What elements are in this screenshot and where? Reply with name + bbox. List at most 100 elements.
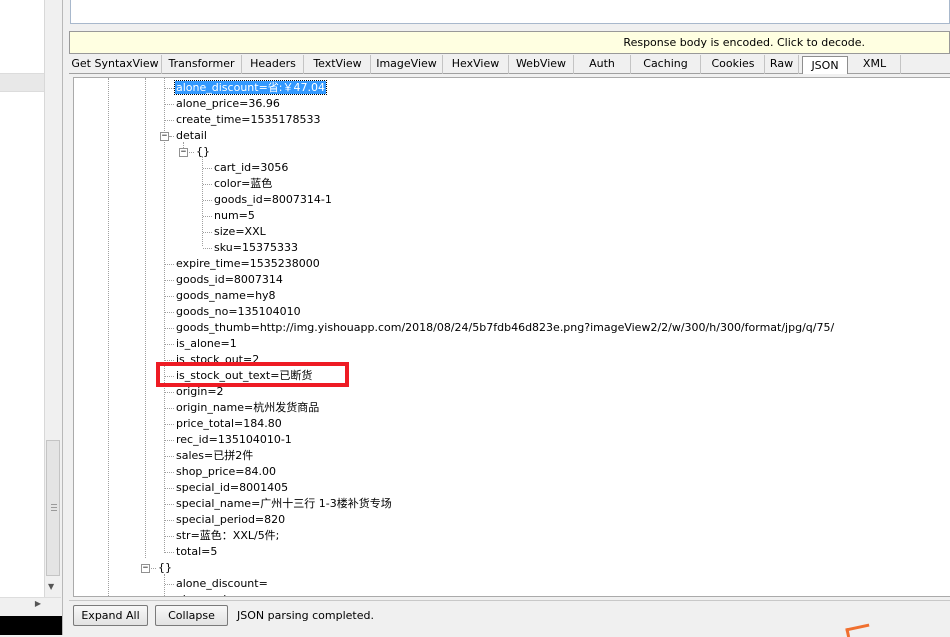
collapse-button[interactable]: Collapse xyxy=(155,605,228,626)
tree-node-label: goods_no=135104010 xyxy=(176,305,301,318)
inspector-tabs: Get SyntaxView Transformer Headers TextView… xyxy=(69,55,950,74)
tree-node-label: goods_id=8007314-1 xyxy=(214,193,332,206)
status-text: JSON parsing completed. xyxy=(237,609,374,622)
collapse-node-icon[interactable]: − xyxy=(160,132,169,141)
tree-node[interactable]: cart_id=3056 xyxy=(213,160,289,176)
tab-webview[interactable]: WebView xyxy=(509,55,574,74)
tree-node[interactable]: price_total=184.80 xyxy=(175,416,283,432)
tree-branch-line xyxy=(189,152,194,153)
selected-session-row[interactable] xyxy=(0,73,44,92)
tree-node-label: expire_time=1535238000 xyxy=(176,257,320,270)
tab-xml[interactable]: XML xyxy=(849,55,901,74)
scrollbar-thumb[interactable] xyxy=(46,440,60,576)
tree-node[interactable]: is_alone=1 xyxy=(175,336,238,352)
tree-node-label: alone_discount= xyxy=(176,577,268,590)
tab-raw[interactable]: Raw xyxy=(765,55,799,74)
tab-caching[interactable]: Caching xyxy=(631,55,701,74)
tree-node-label: is_alone=1 xyxy=(176,337,237,350)
tree-branch-line xyxy=(203,200,212,201)
tab-headers[interactable]: Headers xyxy=(243,55,304,74)
collapse-node-icon[interactable]: − xyxy=(179,148,188,157)
tree-node-label: create_time=1535178533 xyxy=(176,113,321,126)
sessions-horizontal-scrollbar[interactable]: ▶ xyxy=(0,597,61,612)
tree-node[interactable]: sales=已拼2件 xyxy=(175,448,254,464)
tree-branch-line xyxy=(165,120,174,121)
tree-node-label: rec_id=135104010-1 xyxy=(176,433,292,446)
tree-node-label: origin_name=杭州发货商品 xyxy=(176,401,320,414)
tree-branch-line xyxy=(165,408,174,409)
tree-node[interactable]: origin=2 xyxy=(175,384,225,400)
tree-node[interactable]: {} xyxy=(195,144,211,160)
json-tree-view[interactable]: alone_discount=省:￥47.04 alone_price=36.96… xyxy=(73,77,950,597)
tree-node-label: is_stock_out=2 xyxy=(176,353,260,366)
tab-textview[interactable]: TextView xyxy=(305,55,371,74)
tree-node[interactable]: sku=15375333 xyxy=(213,240,299,256)
grip-line xyxy=(51,507,57,508)
tree-node-label: size=XXL xyxy=(214,225,266,238)
tree-node[interactable]: color=蓝色 xyxy=(213,176,273,192)
tree-node-label: alone_price=36.96 xyxy=(176,97,280,110)
tree-guide-line xyxy=(108,78,109,596)
tree-node[interactable]: shop_price=84.00 xyxy=(175,464,277,480)
tree-node[interactable]: goods_name=hy8 xyxy=(175,288,277,304)
tree-branch-line xyxy=(165,536,174,537)
tree-node-label: origin=2 xyxy=(176,385,224,398)
tree-node[interactable]: expire_time=1535238000 xyxy=(175,256,321,272)
tree-branch-line xyxy=(170,136,174,137)
tree-node[interactable]: {} xyxy=(157,560,173,576)
tree-node-label: {} xyxy=(158,561,172,574)
tree-node[interactable]: is_stock_out_text=已断货 xyxy=(175,368,313,384)
tree-node[interactable]: goods_id=8007314-1 xyxy=(213,192,333,208)
encoded-notice-bar[interactable]: Response body is encoded. Click to decod… xyxy=(69,31,950,54)
tree-node[interactable]: num=5 xyxy=(213,208,256,224)
tree-node[interactable]: rec_id=135104010-1 xyxy=(175,432,293,448)
scroll-down-arrow-icon[interactable]: ▼ xyxy=(48,582,54,591)
tab-json[interactable]: JSON xyxy=(802,56,848,74)
tab-cookies[interactable]: Cookies xyxy=(702,55,765,74)
tree-node[interactable]: size=XXL xyxy=(213,224,267,240)
sessions-list[interactable] xyxy=(0,0,45,600)
tree-branch-line xyxy=(165,504,174,505)
tree-branch-line xyxy=(203,184,212,185)
tree-branch-line xyxy=(203,232,212,233)
tree-branch-line xyxy=(165,552,174,553)
grip-line xyxy=(51,504,57,505)
tree-branch-line xyxy=(165,344,174,345)
tree-node[interactable]: alone_discount=省:￥47.04 xyxy=(174,80,327,96)
tree-node-label: shop_price=84.00 xyxy=(176,465,276,478)
collapse-node-icon[interactable]: − xyxy=(141,564,150,573)
tree-branch-line xyxy=(165,296,174,297)
sessions-vertical-scrollbar[interactable]: ▼ xyxy=(45,0,61,597)
tree-node[interactable]: origin_name=杭州发货商品 xyxy=(175,400,320,416)
tree-node[interactable]: str=蓝色：XXL/5件; xyxy=(175,528,280,544)
tab-transformer[interactable]: Transformer xyxy=(162,55,242,74)
tree-node[interactable]: special_id=8001405 xyxy=(175,480,289,496)
tree-node[interactable]: goods_no=135104010 xyxy=(175,304,302,320)
tree-node[interactable]: goods_id=8007314 xyxy=(175,272,284,288)
tree-node[interactable]: alone_discount= xyxy=(175,576,269,592)
tree-node[interactable]: goods_thumb=http://img.yishouapp.com/201… xyxy=(175,320,835,336)
tree-node[interactable]: is_stock_out=2 xyxy=(175,352,260,368)
pane-splitter[interactable] xyxy=(62,0,69,635)
tree-branch-line xyxy=(165,488,174,489)
tree-guide-line xyxy=(145,78,146,558)
tab-imageview[interactable]: ImageView xyxy=(371,55,443,74)
encoded-notice-text[interactable]: Response body is encoded. Click to decod… xyxy=(623,36,865,49)
tree-node[interactable]: create_time=1535178533 xyxy=(175,112,321,128)
tree-node[interactable]: alone_price= xyxy=(175,592,249,596)
tree-node-label: color=蓝色 xyxy=(214,177,273,190)
tab-hexview[interactable]: HexView xyxy=(443,55,509,74)
tree-node[interactable]: special_name=广州十三行 1-3楼补货专场 xyxy=(175,496,393,512)
tree-node-label: sku=15375333 xyxy=(214,241,298,254)
tree-node[interactable]: total=5 xyxy=(175,544,218,560)
tree-node[interactable]: alone_price=36.96 xyxy=(175,96,281,112)
tree-node[interactable]: special_period=820 xyxy=(175,512,286,528)
expand-all-button[interactable]: Expand All xyxy=(73,605,148,626)
tree-node-label: goods_name=hy8 xyxy=(176,289,276,302)
tree-node-label: sales=已拼2件 xyxy=(176,449,254,462)
scroll-right-arrow-icon[interactable]: ▶ xyxy=(35,599,41,608)
tab-auth[interactable]: Auth xyxy=(574,55,631,74)
tab-get-syntaxview[interactable]: Get SyntaxView xyxy=(69,55,162,74)
tree-branch-line xyxy=(165,360,174,361)
tree-node[interactable]: detail xyxy=(175,128,208,144)
